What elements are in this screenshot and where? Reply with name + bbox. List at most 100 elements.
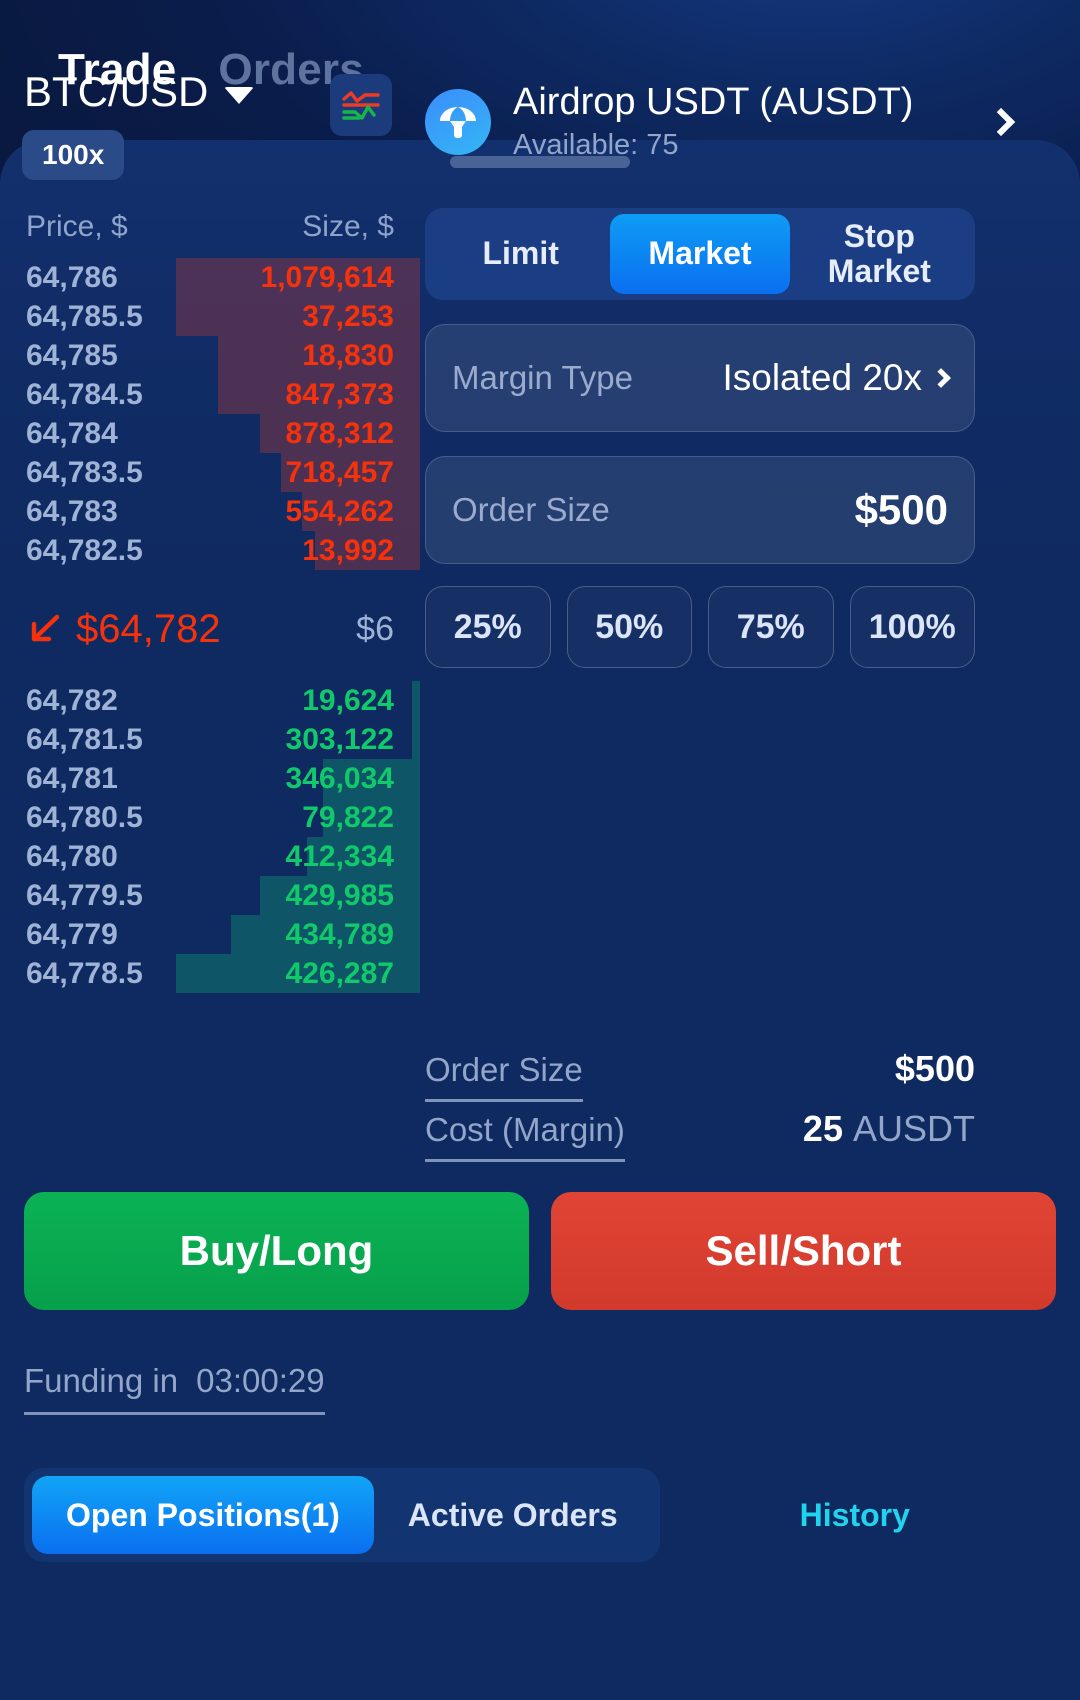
row-size: 13,992: [302, 533, 394, 567]
orderbook-row[interactable]: 64,784.5 847,373: [0, 375, 420, 414]
row-price: 64,781.5: [26, 722, 143, 756]
order-summary: Order Size $500 Cost (Margin) 25 AUSDT: [425, 1040, 975, 1162]
bid-rows: 64,782 19,624 64,781.5 303,122 64,781 346,034…: [0, 681, 420, 993]
orderbook-row[interactable]: 64,785 18,830: [0, 336, 420, 375]
order-type-market[interactable]: Market: [610, 214, 790, 294]
orderbook-row[interactable]: 64,780 412,334: [0, 837, 420, 876]
orderbook-row[interactable]: 64,782 19,624: [0, 681, 420, 720]
order-size-label: Order Size: [452, 491, 610, 528]
positions-orders-group: Open Positions(1) Active Orders: [24, 1468, 660, 1562]
row-size: 18,830: [302, 338, 394, 372]
funding-countdown: Funding in 03:00:29: [24, 1362, 325, 1415]
row-price: 64,779.5: [26, 878, 143, 912]
row-size: 429,985: [285, 878, 394, 912]
summary-order-size-row: Order Size $500: [425, 1040, 975, 1102]
arrow-down-left-icon: [31, 614, 60, 642]
chart-toggle-button[interactable]: [330, 74, 392, 136]
orderbook-row[interactable]: 64,786 1,079,614: [0, 258, 420, 297]
summary-cost-label: Cost (Margin): [425, 1111, 625, 1162]
depth-bar: [411, 720, 420, 759]
summary-cost-row: Cost (Margin) 25 AUSDT: [425, 1100, 975, 1162]
row-size: 847,373: [285, 377, 394, 411]
row-price: 64,780: [26, 839, 118, 873]
row-price: 64,785.5: [26, 299, 143, 333]
row-size: 878,312: [285, 416, 394, 450]
row-price: 64,785: [26, 338, 118, 372]
row-price: 64,782: [26, 683, 118, 717]
row-size: 718,457: [285, 455, 394, 489]
row-price: 64,781: [26, 761, 118, 795]
token-available: Available: 75: [513, 129, 679, 162]
row-price: 64,779: [26, 917, 118, 951]
summary-order-size-label: Order Size: [425, 1051, 583, 1102]
chevron-right-icon: [931, 368, 951, 388]
orderbook-row[interactable]: 64,780.5 79,822: [0, 798, 420, 837]
tab-active-orders[interactable]: Active Orders: [374, 1476, 652, 1554]
order-size-input[interactable]: $500: [855, 486, 948, 534]
margin-type-value: Isolated 20x: [722, 357, 922, 398]
order-form: Limit Market Stop Market Margin Type Iso…: [425, 208, 975, 668]
funding-label: Funding in: [24, 1362, 179, 1399]
action-buttons: Buy/Long Sell/Short: [0, 1192, 1080, 1310]
pair-selector[interactable]: BTC/USD: [24, 68, 255, 116]
order-type-tabs: Limit Market Stop Market: [425, 208, 975, 300]
percent-button-100[interactable]: 100%: [849, 586, 975, 668]
order-type-stop-market[interactable]: Stop Market: [790, 214, 969, 294]
orderbook-row[interactable]: 64,785.5 37,253: [0, 297, 420, 336]
row-size: 19,624: [302, 683, 394, 717]
last-price-group: $64,782: [26, 607, 221, 652]
row-size: 1,079,614: [260, 260, 394, 294]
orderbook-row[interactable]: 64,778.5 426,287: [0, 954, 420, 993]
percent-button-25[interactable]: 25%: [425, 586, 551, 668]
sell-short-button[interactable]: Sell/Short: [551, 1192, 1056, 1310]
row-size: 554,262: [285, 494, 394, 528]
orderbook-row[interactable]: 64,783 554,262: [0, 492, 420, 531]
buy-long-button[interactable]: Buy/Long: [24, 1192, 529, 1310]
history-link[interactable]: History: [800, 1497, 910, 1534]
row-size: 412,334: [285, 839, 394, 873]
row-price: 64,782.5: [26, 533, 143, 567]
collateral-token-selector[interactable]: Airdrop USDT (AUSDT) Available: 75: [425, 62, 1025, 182]
leverage-badge[interactable]: 100x: [22, 130, 125, 180]
row-price: 64,778.5: [26, 956, 143, 990]
order-book: Price, $ Size, $ 64,786 1,079,614 64,785.5…: [0, 210, 420, 993]
chevron-down-icon: [224, 86, 255, 104]
summary-order-size-value: $500: [894, 1048, 975, 1089]
orderbook-row[interactable]: 64,782.5 13,992: [0, 531, 420, 570]
orderbook-row[interactable]: 64,783.5 718,457: [0, 453, 420, 492]
orderbook-row[interactable]: 64,784 878,312: [0, 414, 420, 453]
pair-header: BTC/USD 100x Airdrop USDT (AUSDT) Availa…: [0, 62, 1080, 192]
row-price: 64,784: [26, 416, 118, 450]
bottom-tab-bar: Open Positions(1) Active Orders History: [24, 1468, 910, 1562]
chevron-right-icon[interactable]: [986, 107, 1016, 137]
funding-timer: 03:00:29: [196, 1362, 325, 1399]
orderbook-row[interactable]: 64,779.5 429,985: [0, 876, 420, 915]
summary-cost-value: 25 AUSDT: [803, 1108, 975, 1150]
margin-type-field[interactable]: Margin Type Isolated 20x: [425, 324, 975, 432]
order-size-field[interactable]: Order Size $500: [425, 456, 975, 564]
orderbook-row[interactable]: 64,779 434,789: [0, 915, 420, 954]
trading-screen: Trade Orders BTC/USD 100x Airdrop USDT (…: [0, 0, 1080, 1700]
row-size: 37,253: [302, 299, 394, 333]
tab-open-positions[interactable]: Open Positions(1): [32, 1476, 374, 1554]
token-text: Airdrop USDT (AUSDT) Available: 75: [513, 81, 969, 163]
depth-bar: [411, 681, 420, 720]
percent-button-75[interactable]: 75%: [708, 586, 834, 668]
summary-cost-amount: 25: [802, 1108, 843, 1149]
row-price: 64,784.5: [26, 377, 143, 411]
row-size: 426,287: [285, 956, 394, 990]
pair-symbol: BTC/USD: [24, 68, 209, 115]
row-size: 434,789: [285, 917, 394, 951]
candlestick-chart-icon: [342, 91, 380, 120]
row-size: 346,034: [285, 761, 394, 795]
percent-button-50[interactable]: 50%: [566, 586, 692, 668]
orderbook-row[interactable]: 64,781 346,034: [0, 759, 420, 798]
row-size: 303,122: [285, 722, 394, 756]
margin-type-value-group: Isolated 20x: [722, 357, 951, 399]
summary-cost-unit: AUSDT: [852, 1108, 975, 1149]
order-type-limit[interactable]: Limit: [431, 214, 610, 294]
row-price: 64,783.5: [26, 455, 143, 489]
orderbook-row[interactable]: 64,781.5 303,122: [0, 720, 420, 759]
column-size: Size, $: [302, 210, 394, 243]
parachute-glyph: [440, 107, 476, 138]
